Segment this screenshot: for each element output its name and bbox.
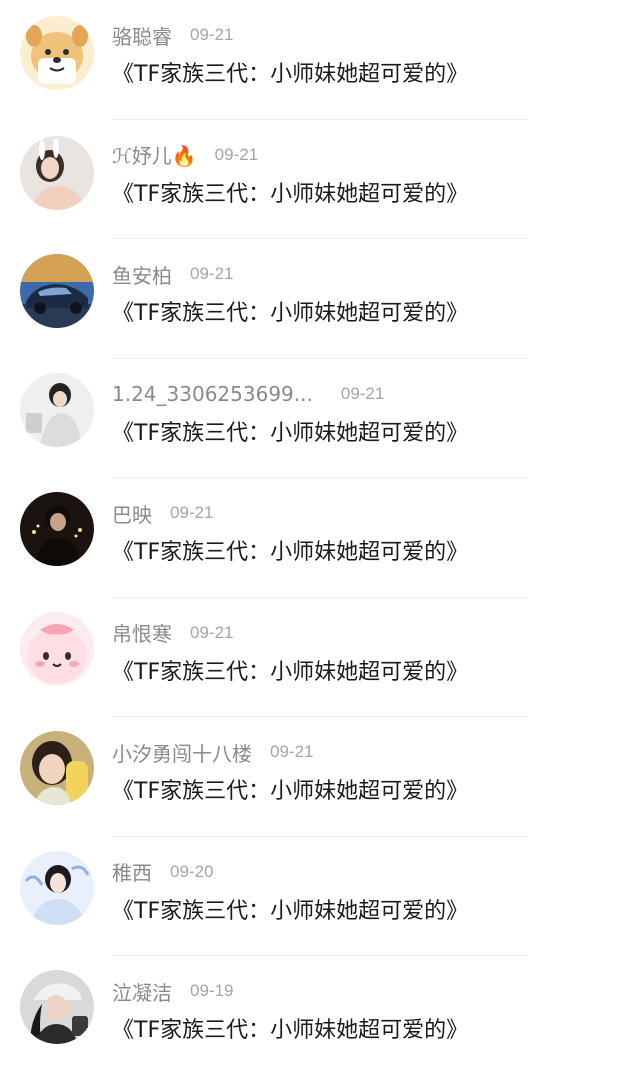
user-name[interactable]: ℋ妤儿🔥 — [112, 140, 197, 169]
user-name[interactable]: 帛恨寒 — [112, 618, 172, 647]
girl-corn-photo-icon — [20, 731, 94, 805]
comment-row[interactable]: 巴映 09-21 《TF家族三代：小师妹她超可爱的》 — [0, 478, 640, 598]
comment-meta: 巴映 09-21 — [112, 498, 213, 528]
comment-row[interactable]: 骆聪睿 09-21 《TF家族三代：小师妹她超可爱的》 — [0, 0, 640, 120]
user-avatar[interactable] — [20, 135, 94, 210]
comment-meta: 泣凝洁 09-19 — [112, 976, 233, 1006]
comment-row[interactable]: 稚西 09-20 《TF家族三代：小师妹她超可爱的》 — [0, 837, 640, 956]
comment-meta: 小汐勇闯十八楼 09-21 — [112, 737, 313, 767]
comment-text: 《TF家族三代：小师妹她超可爱的》 — [112, 1018, 469, 1043]
comment-text: 《TF家族三代：小师妹她超可爱的》 — [112, 898, 469, 924]
comment-row[interactable]: 鱼安柏 09-21 《TF家族三代：小师妹她超可爱的》 — [0, 239, 640, 359]
comment-text: 《TF家族三代：小师妹她超可爱的》 — [112, 659, 469, 685]
comment-row[interactable]: 1.24_3306253699... 09-21 《TF家族三代：小师妹她超可爱… — [0, 359, 640, 478]
comment-meta: 帛恨寒 09-21 — [112, 618, 233, 648]
comment-date: 09-21 — [190, 264, 234, 283]
person-photo-icon — [20, 372, 94, 447]
user-name[interactable]: 泣凝洁 — [112, 977, 172, 1006]
girl-cap-photo-icon — [20, 970, 94, 1044]
comment-row[interactable]: 帛恨寒 09-21 《TF家族三代：小师妹她超可爱的》 — [0, 598, 640, 717]
user-avatar[interactable] — [20, 970, 94, 1044]
comment-text: 《TF家族三代：小师妹她超可爱的》 — [112, 540, 469, 565]
comment-row[interactable]: 小汐勇闯十八楼 09-21 《TF家族三代：小师妹她超可爱的》 — [0, 717, 640, 837]
user-avatar[interactable] — [20, 492, 94, 566]
user-name[interactable]: 鱼安柏 — [112, 260, 172, 289]
user-avatar[interactable] — [20, 16, 94, 90]
comment-text: 《TF家族三代：小师妹她超可爱的》 — [112, 301, 469, 326]
user-name[interactable]: 1.24_3306253699... — [112, 382, 313, 406]
user-avatar[interactable] — [20, 254, 94, 328]
comment-list: 骆聪睿 09-21 《TF家族三代：小师妹她超可爱的》 ℋ妤儿🔥 09-21 《… — [0, 0, 640, 1076]
user-avatar[interactable] — [20, 850, 94, 925]
comment-date: 09-21 — [190, 622, 234, 642]
comment-row[interactable]: ℋ妤儿🔥 09-21 《TF家族三代：小师妹她超可爱的》 — [0, 120, 640, 239]
user-avatar[interactable] — [20, 611, 94, 686]
user-name[interactable]: 小汐勇闯十八楼 — [112, 738, 252, 767]
car-photo-icon — [20, 254, 94, 328]
comment-date: 09-21 — [270, 742, 314, 761]
comment-meta: 鱼安柏 09-21 — [112, 259, 233, 289]
comment-text: 《TF家族三代：小师妹她超可爱的》 — [112, 62, 469, 87]
comment-meta: ℋ妤儿🔥 09-21 — [112, 140, 258, 170]
comment-meta: 骆聪睿 09-21 — [112, 20, 233, 50]
cartoon-dog-icon — [20, 16, 94, 90]
comment-text: 《TF家族三代：小师妹她超可爱的》 — [112, 420, 469, 446]
user-avatar[interactable] — [20, 372, 94, 447]
girl-blue-photo-icon — [20, 850, 94, 925]
comment-meta: 稚西 09-20 — [112, 857, 213, 887]
comment-date: 09-19 — [190, 981, 234, 1000]
comment-text: 《TF家族三代：小师妹她超可爱的》 — [112, 779, 469, 804]
comment-text: 《TF家族三代：小师妹她超可爱的》 — [112, 181, 469, 207]
comment-date: 09-21 — [340, 383, 385, 403]
user-name[interactable]: 稚西 — [112, 857, 152, 886]
girl-photo-icon — [20, 135, 94, 210]
comment-date: 09-21 — [214, 144, 259, 164]
night-photo-icon — [20, 492, 94, 566]
comment-date: 09-21 — [190, 25, 234, 44]
comment-date: 09-21 — [170, 503, 214, 522]
user-name[interactable]: 骆聪睿 — [112, 21, 172, 50]
user-name[interactable]: 巴映 — [112, 499, 152, 528]
comment-date: 09-20 — [170, 861, 214, 881]
user-avatar[interactable] — [20, 731, 94, 805]
pink-cartoon-icon — [20, 611, 94, 686]
comment-row[interactable]: 泣凝洁 09-19 《TF家族三代：小师妹她超可爱的》 — [0, 956, 640, 1076]
comment-meta: 1.24_3306253699... 09-21 — [112, 379, 384, 409]
